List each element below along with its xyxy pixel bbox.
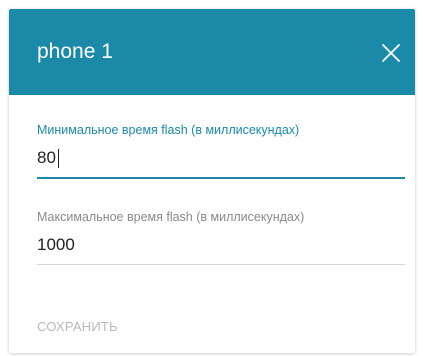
max-flash-input[interactable] bbox=[37, 231, 405, 259]
min-flash-input[interactable] bbox=[37, 144, 405, 172]
max-flash-label: Максимальное время flash (в миллисекунда… bbox=[37, 210, 305, 224]
max-flash-underline bbox=[37, 264, 405, 265]
min-flash-underline bbox=[37, 177, 405, 179]
save-button[interactable]: СОХРАНИТЬ bbox=[37, 319, 118, 335]
close-button[interactable] bbox=[377, 39, 405, 67]
text-caret bbox=[58, 149, 59, 168]
close-icon bbox=[382, 44, 400, 62]
dialog-title: phone 1 bbox=[37, 40, 113, 63]
dialog: phone 1 Минимальное время flash (в милли… bbox=[9, 9, 415, 353]
dialog-header: phone 1 bbox=[9, 9, 415, 95]
min-flash-label: Минимальное время flash (в миллисекундах… bbox=[37, 123, 300, 137]
